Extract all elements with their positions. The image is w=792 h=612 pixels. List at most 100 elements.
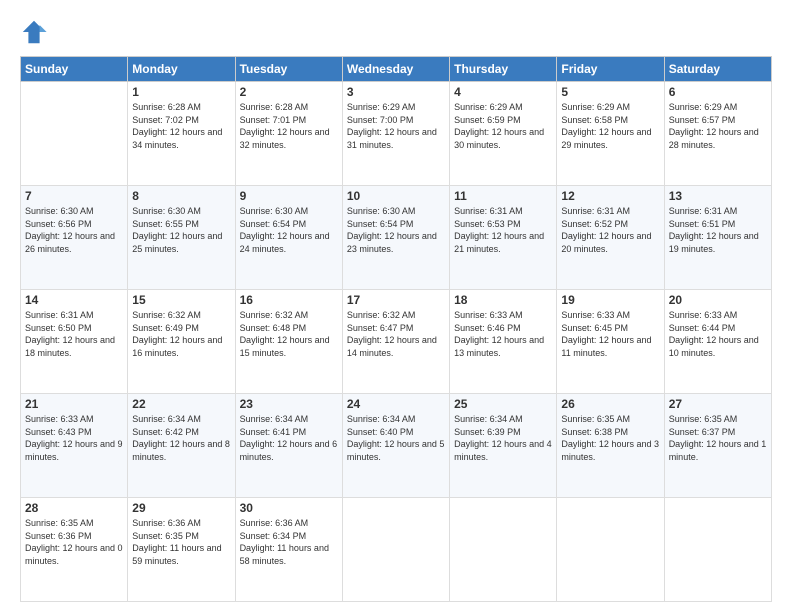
day-info: Sunrise: 6:29 AMSunset: 6:59 PMDaylight:…: [454, 101, 552, 151]
day-info: Sunrise: 6:36 AMSunset: 6:35 PMDaylight:…: [132, 517, 230, 567]
day-number: 16: [240, 293, 338, 307]
day-number: 27: [669, 397, 767, 411]
day-info: Sunrise: 6:35 AMSunset: 6:36 PMDaylight:…: [25, 517, 123, 567]
day-number: 18: [454, 293, 552, 307]
day-cell: 23 Sunrise: 6:34 AMSunset: 6:41 PMDayligh…: [235, 394, 342, 498]
day-info: Sunrise: 6:32 AMSunset: 6:49 PMDaylight:…: [132, 309, 230, 359]
day-cell: 6 Sunrise: 6:29 AMSunset: 6:57 PMDaylight…: [664, 82, 771, 186]
day-number: 5: [561, 85, 659, 99]
day-cell: 7Sunrise: 6:30 AMSunset: 6:56 PMDaylight…: [21, 186, 128, 290]
day-info: Sunrise: 6:29 AMSunset: 6:58 PMDaylight:…: [561, 101, 659, 151]
day-number: 26: [561, 397, 659, 411]
day-info: Sunrise: 6:34 AMSunset: 6:39 PMDaylight:…: [454, 413, 552, 463]
weekday-friday: Friday: [557, 57, 664, 82]
weekday-saturday: Saturday: [664, 57, 771, 82]
weekday-wednesday: Wednesday: [342, 57, 449, 82]
day-number: 15: [132, 293, 230, 307]
day-info: Sunrise: 6:28 AMSunset: 7:02 PMDaylight:…: [132, 101, 230, 151]
day-cell: [342, 498, 449, 602]
day-cell: 19 Sunrise: 6:33 AMSunset: 6:45 PMDayligh…: [557, 290, 664, 394]
day-info: Sunrise: 6:35 AMSunset: 6:37 PMDaylight:…: [669, 413, 767, 463]
day-number: 2: [240, 85, 338, 99]
day-number: 9: [240, 189, 338, 203]
day-number: 6: [669, 85, 767, 99]
day-number: 30: [240, 501, 338, 515]
day-info: Sunrise: 6:31 AMSunset: 6:53 PMDaylight:…: [454, 205, 552, 255]
day-cell: 15 Sunrise: 6:32 AMSunset: 6:49 PMDayligh…: [128, 290, 235, 394]
day-number: 8: [132, 189, 230, 203]
day-info: Sunrise: 6:30 AMSunset: 6:54 PMDaylight:…: [347, 205, 445, 255]
day-number: 19: [561, 293, 659, 307]
day-number: 11: [454, 189, 552, 203]
day-info: Sunrise: 6:28 AMSunset: 7:01 PMDaylight:…: [240, 101, 338, 151]
day-cell: 2 Sunrise: 6:28 AMSunset: 7:01 PMDaylight…: [235, 82, 342, 186]
day-info: Sunrise: 6:31 AMSunset: 6:51 PMDaylight:…: [669, 205, 767, 255]
day-cell: [450, 498, 557, 602]
day-number: 1: [132, 85, 230, 99]
day-info: Sunrise: 6:35 AMSunset: 6:38 PMDaylight:…: [561, 413, 659, 463]
weekday-thursday: Thursday: [450, 57, 557, 82]
day-cell: 30 Sunrise: 6:36 AMSunset: 6:34 PMDayligh…: [235, 498, 342, 602]
day-info: Sunrise: 6:36 AMSunset: 6:34 PMDaylight:…: [240, 517, 338, 567]
day-info: Sunrise: 6:29 AMSunset: 7:00 PMDaylight:…: [347, 101, 445, 151]
day-cell: 18 Sunrise: 6:33 AMSunset: 6:46 PMDayligh…: [450, 290, 557, 394]
day-cell: 24Sunrise: 6:34 AMSunset: 6:40 PMDayligh…: [342, 394, 449, 498]
day-cell: 5 Sunrise: 6:29 AMSunset: 6:58 PMDaylight…: [557, 82, 664, 186]
day-cell: 17 Sunrise: 6:32 AMSunset: 6:47 PMDayligh…: [342, 290, 449, 394]
day-cell: 27 Sunrise: 6:35 AMSunset: 6:37 PMDayligh…: [664, 394, 771, 498]
day-cell: 20Sunrise: 6:33 AMSunset: 6:44 PMDayligh…: [664, 290, 771, 394]
day-cell: 9 Sunrise: 6:30 AMSunset: 6:54 PMDaylight…: [235, 186, 342, 290]
day-number: 21: [25, 397, 123, 411]
day-info: Sunrise: 6:33 AMSunset: 6:45 PMDaylight:…: [561, 309, 659, 359]
day-info: Sunrise: 6:32 AMSunset: 6:48 PMDaylight:…: [240, 309, 338, 359]
day-number: 23: [240, 397, 338, 411]
day-number: 4: [454, 85, 552, 99]
day-cell: 21Sunrise: 6:33 AMSunset: 6:43 PMDayligh…: [21, 394, 128, 498]
weekday-tuesday: Tuesday: [235, 57, 342, 82]
day-number: 29: [132, 501, 230, 515]
day-cell: [664, 498, 771, 602]
header: [20, 18, 772, 46]
day-number: 17: [347, 293, 445, 307]
weekday-header-row: SundayMondayTuesdayWednesdayThursdayFrid…: [21, 57, 772, 82]
day-cell: 25 Sunrise: 6:34 AMSunset: 6:39 PMDayligh…: [450, 394, 557, 498]
day-info: Sunrise: 6:30 AMSunset: 6:54 PMDaylight:…: [240, 205, 338, 255]
week-row-1: 1 Sunrise: 6:28 AMSunset: 7:02 PMDaylight…: [21, 82, 772, 186]
calendar: SundayMondayTuesdayWednesdayThursdayFrid…: [20, 56, 772, 602]
day-number: 20: [669, 293, 767, 307]
day-cell: 26 Sunrise: 6:35 AMSunset: 6:38 PMDayligh…: [557, 394, 664, 498]
week-row-5: 28 Sunrise: 6:35 AMSunset: 6:36 PMDayligh…: [21, 498, 772, 602]
day-cell: 11 Sunrise: 6:31 AMSunset: 6:53 PMDayligh…: [450, 186, 557, 290]
day-info: Sunrise: 6:33 AMSunset: 6:46 PMDaylight:…: [454, 309, 552, 359]
day-info: Sunrise: 6:32 AMSunset: 6:47 PMDaylight:…: [347, 309, 445, 359]
day-info: Sunrise: 6:31 AMSunset: 6:52 PMDaylight:…: [561, 205, 659, 255]
day-cell: [557, 498, 664, 602]
day-cell: 12 Sunrise: 6:31 AMSunset: 6:52 PMDayligh…: [557, 186, 664, 290]
day-cell: 8 Sunrise: 6:30 AMSunset: 6:55 PMDaylight…: [128, 186, 235, 290]
day-info: Sunrise: 6:34 AMSunset: 6:41 PMDaylight:…: [240, 413, 338, 463]
day-number: 22: [132, 397, 230, 411]
day-cell: 13 Sunrise: 6:31 AMSunset: 6:51 PMDayligh…: [664, 186, 771, 290]
day-number: 3: [347, 85, 445, 99]
day-number: 14: [25, 293, 123, 307]
day-cell: 1 Sunrise: 6:28 AMSunset: 7:02 PMDaylight…: [128, 82, 235, 186]
logo: [20, 18, 52, 46]
day-number: 12: [561, 189, 659, 203]
weekday-sunday: Sunday: [21, 57, 128, 82]
page: SundayMondayTuesdayWednesdayThursdayFrid…: [0, 0, 792, 612]
day-info: Sunrise: 6:31 AMSunset: 6:50 PMDaylight:…: [25, 309, 123, 359]
day-number: 10: [347, 189, 445, 203]
day-number: 25: [454, 397, 552, 411]
day-info: Sunrise: 6:29 AMSunset: 6:57 PMDaylight:…: [669, 101, 767, 151]
day-info: Sunrise: 6:30 AMSunset: 6:55 PMDaylight:…: [132, 205, 230, 255]
day-number: 28: [25, 501, 123, 515]
week-row-4: 21Sunrise: 6:33 AMSunset: 6:43 PMDayligh…: [21, 394, 772, 498]
week-row-3: 14 Sunrise: 6:31 AMSunset: 6:50 PMDayligh…: [21, 290, 772, 394]
day-info: Sunrise: 6:34 AMSunset: 6:42 PMDaylight:…: [132, 413, 230, 463]
week-row-2: 7Sunrise: 6:30 AMSunset: 6:56 PMDaylight…: [21, 186, 772, 290]
day-cell: 29 Sunrise: 6:36 AMSunset: 6:35 PMDayligh…: [128, 498, 235, 602]
day-cell: 22 Sunrise: 6:34 AMSunset: 6:42 PMDayligh…: [128, 394, 235, 498]
day-number: 13: [669, 189, 767, 203]
logo-icon: [20, 18, 48, 46]
day-number: 24: [347, 397, 445, 411]
